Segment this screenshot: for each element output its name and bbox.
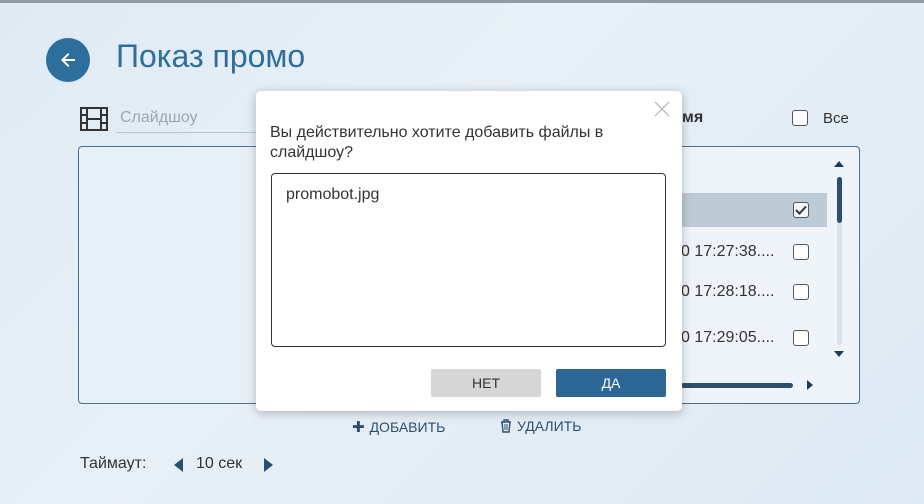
file-checkbox[interactable] xyxy=(793,330,809,346)
top-border xyxy=(0,0,924,3)
slideshow-label: Слайдшоу xyxy=(120,109,198,126)
file-timestamp: 0 17:28:18.... xyxy=(681,283,775,300)
dialog-question: Вы действительно хотите добавить файлы в… xyxy=(270,124,604,161)
vertical-scroll-thumb[interactable] xyxy=(837,177,842,223)
scroll-up-arrow[interactable] xyxy=(834,161,844,167)
select-all-label: Все xyxy=(823,110,849,127)
timeout-label: Таймаут: xyxy=(80,455,147,472)
select-all-checkbox[interactable] xyxy=(792,110,808,126)
yes-button[interactable]: ДА xyxy=(556,369,666,397)
file-timestamp: 0 17:27:38.... xyxy=(681,243,775,260)
confirm-dialog: Вы действительно хотите добавить файлы в… xyxy=(256,91,682,411)
add-button[interactable]: ✚ ДОБАВИТЬ xyxy=(352,418,445,436)
back-button[interactable] xyxy=(46,38,90,82)
add-button-label: ДОБАВИТЬ xyxy=(369,419,446,435)
delete-button-label: УДАЛИТЬ xyxy=(517,418,582,434)
file-checkbox[interactable] xyxy=(793,202,809,218)
slideshow-underline xyxy=(116,132,256,133)
back-arrow-icon xyxy=(61,53,75,67)
no-button[interactable]: НЕТ xyxy=(431,369,541,397)
file-checkbox[interactable] xyxy=(793,284,809,300)
horizontal-scroll-thumb[interactable] xyxy=(681,383,793,388)
trash-icon xyxy=(501,419,511,433)
dialog-file-item: promobot.jpg xyxy=(286,186,380,203)
dialog-file-list[interactable]: promobot.jpg xyxy=(271,173,666,347)
close-icon[interactable] xyxy=(654,101,670,117)
delete-button[interactable]: УДАЛИТЬ xyxy=(500,418,581,434)
file-timestamp: 0 17:29:05.... xyxy=(681,329,775,346)
file-checkbox[interactable] xyxy=(793,244,809,260)
film-icon xyxy=(80,107,108,131)
scroll-down-arrow[interactable] xyxy=(834,351,844,357)
scroll-right-arrow[interactable] xyxy=(807,380,813,390)
file-name-column-header[interactable]: мя xyxy=(682,109,703,127)
check-icon xyxy=(795,205,807,215)
timeout-decrease-button[interactable] xyxy=(174,458,183,472)
timeout-value: 10 сек xyxy=(196,455,243,472)
timeout-increase-button[interactable] xyxy=(264,458,273,472)
slideshow-list[interactable] xyxy=(78,146,268,404)
page-title: Показ промо xyxy=(116,38,306,74)
plus-icon: ✚ xyxy=(352,419,365,436)
